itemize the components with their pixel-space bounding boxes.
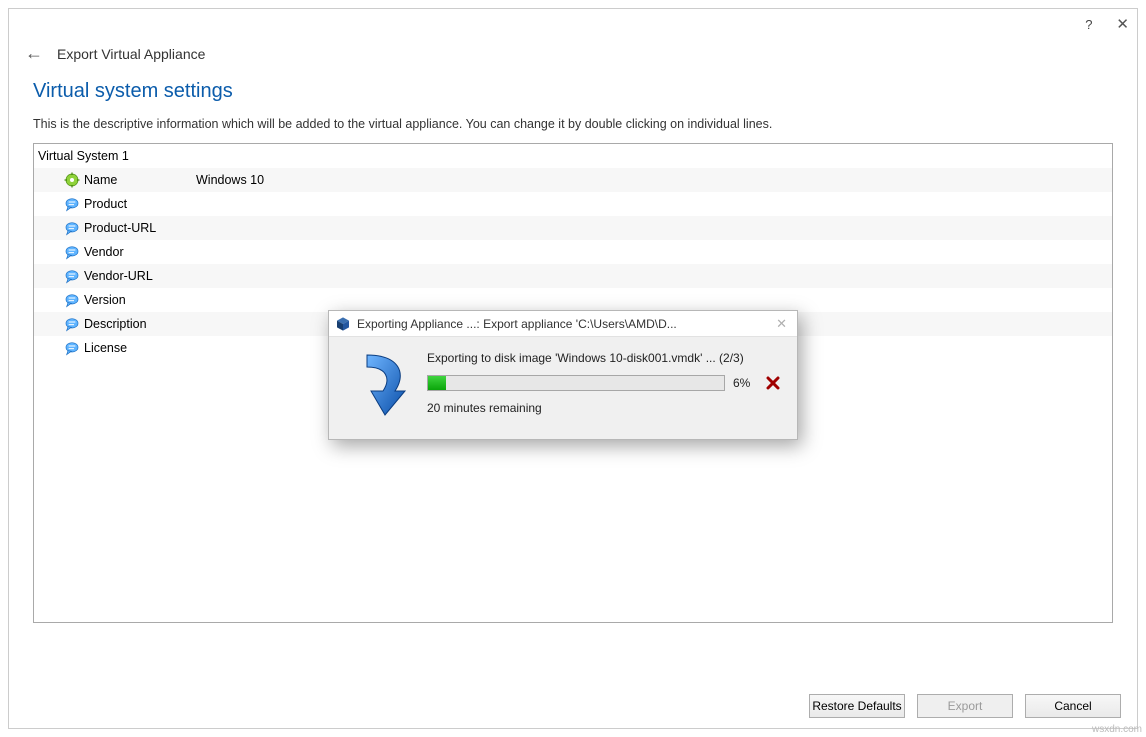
row-key: Product-URL <box>82 221 192 235</box>
wizard-header: ← Export Virtual Appliance <box>9 39 1137 72</box>
row-key: License <box>82 341 192 355</box>
bubble-icon <box>62 292 82 308</box>
restore-defaults-button[interactable]: Restore Defaults <box>809 694 905 718</box>
row-key: Version <box>82 293 192 307</box>
bubble-icon <box>62 340 82 356</box>
progress-percent: 6% <box>733 376 757 390</box>
close-button[interactable]: ✕ <box>1116 15 1129 33</box>
row-key: Product <box>82 197 192 211</box>
help-button[interactable]: ? <box>1085 17 1092 32</box>
table-row[interactable]: Version <box>34 288 1112 312</box>
time-remaining: 20 minutes remaining <box>427 401 781 415</box>
wizard-footer: Restore Defaults Export Cancel <box>809 694 1121 718</box>
row-key: Vendor-URL <box>82 269 192 283</box>
wizard-title: Export Virtual Appliance <box>57 46 205 62</box>
table-row[interactable]: Vendor <box>34 240 1112 264</box>
export-button[interactable]: Export <box>917 694 1013 718</box>
table-row[interactable]: Name Windows 10 <box>34 168 1112 192</box>
dialog-titlebar: Exporting Appliance ...: Export applianc… <box>329 311 797 337</box>
bubble-icon <box>62 316 82 332</box>
table-row[interactable]: Vendor-URL <box>34 264 1112 288</box>
progress-dialog: Exporting Appliance ...: Export applianc… <box>328 310 798 440</box>
titlebar: ? ✕ <box>9 9 1137 39</box>
table-row[interactable]: Product-URL <box>34 216 1112 240</box>
row-key: Vendor <box>82 245 192 259</box>
row-key: Name <box>82 173 192 187</box>
progress-message: Exporting to disk image 'Windows 10-disk… <box>427 351 781 365</box>
bubble-icon <box>62 220 82 236</box>
bubble-icon <box>62 268 82 284</box>
row-value: Windows 10 <box>192 173 1112 187</box>
download-arrow-icon <box>347 351 411 423</box>
cancel-x-icon[interactable] <box>765 375 781 391</box>
section-description: This is the descriptive information whic… <box>9 107 1137 143</box>
virtualbox-cube-icon <box>335 316 351 332</box>
back-arrow-icon[interactable]: ← <box>25 43 43 64</box>
progress-fill <box>428 376 446 390</box>
gear-icon <box>62 172 82 188</box>
section-title: Virtual system settings <box>9 72 1137 107</box>
cancel-button[interactable]: Cancel <box>1025 694 1121 718</box>
bubble-icon <box>62 244 82 260</box>
table-row[interactable]: Product <box>34 192 1112 216</box>
watermark: wsxdn.com <box>1092 724 1142 735</box>
row-key: Description <box>82 317 192 331</box>
virtual-system-label: Virtual System 1 <box>38 149 129 163</box>
dialog-title-text: Exporting Appliance ...: Export applianc… <box>357 317 772 331</box>
progress-bar <box>427 375 725 391</box>
bubble-icon <box>62 196 82 212</box>
dialog-close-button[interactable]: ✕ <box>772 316 791 332</box>
virtual-system-header[interactable]: Virtual System 1 <box>34 144 1112 168</box>
